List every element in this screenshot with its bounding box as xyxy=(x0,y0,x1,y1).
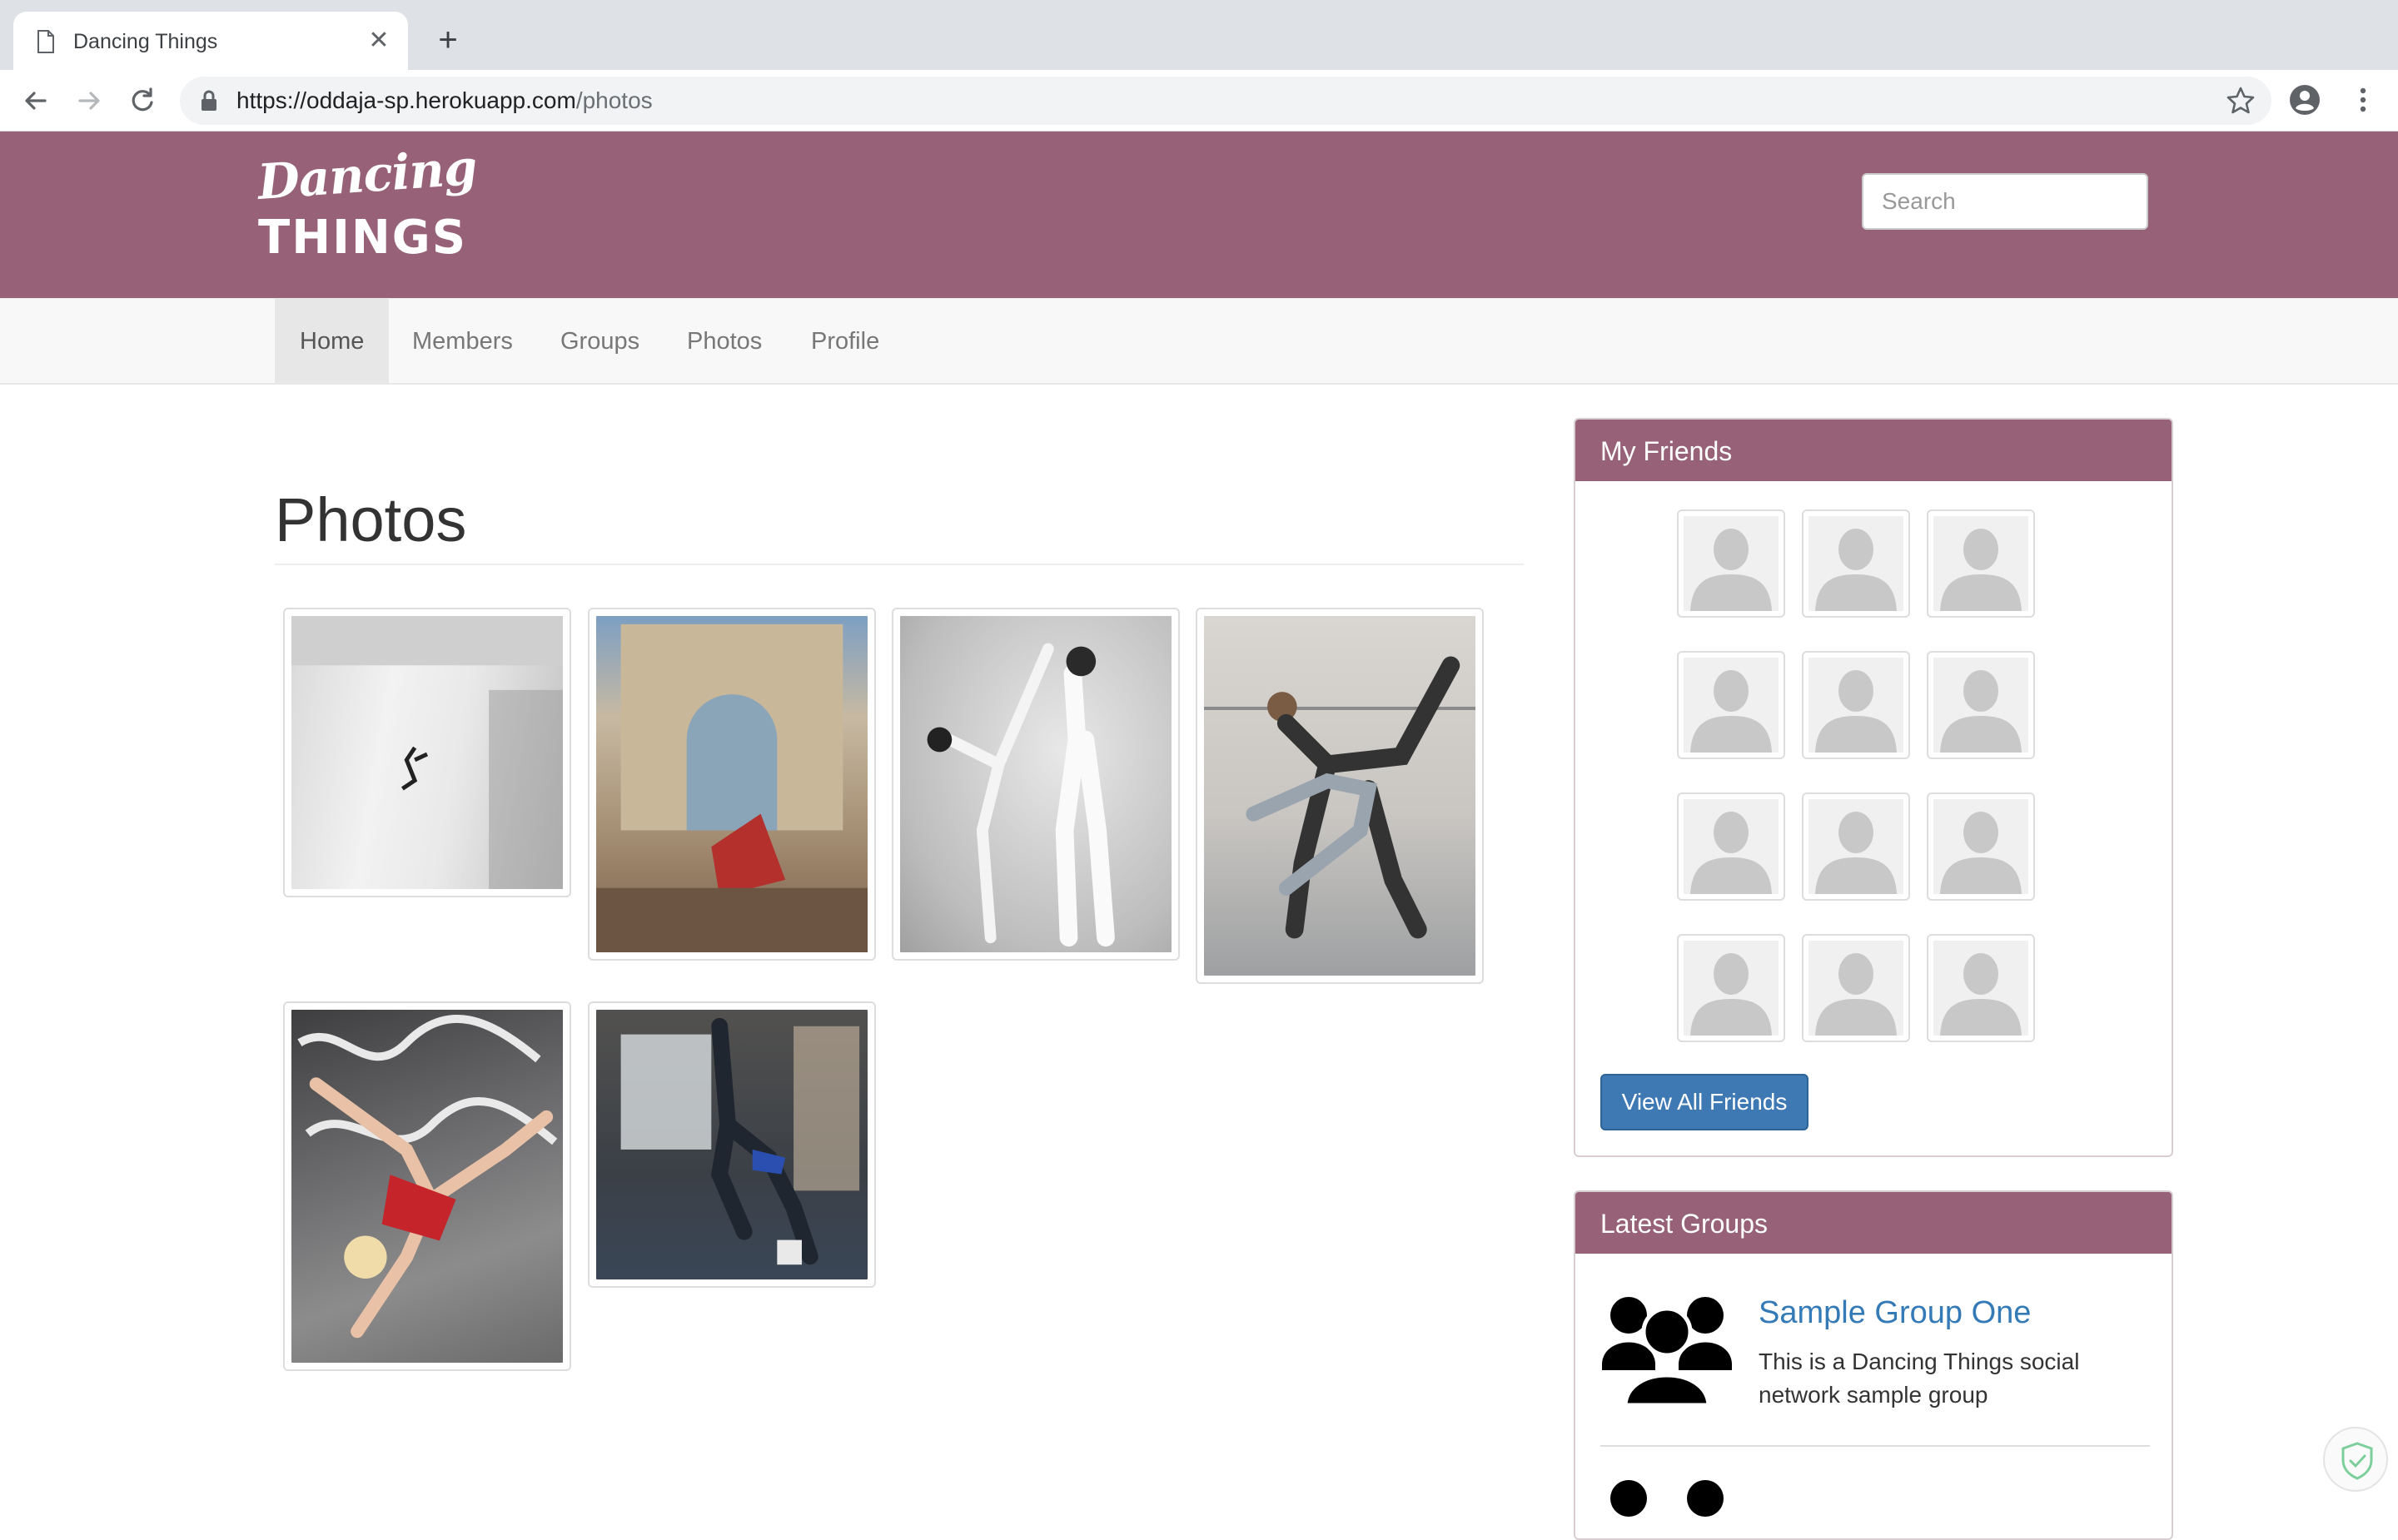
page-icon xyxy=(37,30,54,53)
security-shield-icon[interactable] xyxy=(2323,1427,2388,1492)
avatar-placeholder-icon xyxy=(1933,658,2028,753)
avatar-placeholder-icon xyxy=(1808,658,1903,753)
latest-groups-panel: Latest Groups Sample Group One This is a… xyxy=(1574,1190,2173,1540)
photo-thumbnail-2[interactable] xyxy=(588,608,876,961)
url-text: https://oddaja-sp.herokuapp.com/photos xyxy=(236,87,653,115)
logo-line-2: THINGS xyxy=(258,211,468,265)
back-icon[interactable] xyxy=(17,82,55,120)
tab-title: Dancing Things xyxy=(73,30,218,53)
photo-dance-rehearsal xyxy=(1204,616,1475,976)
avatar-placeholder-icon xyxy=(1808,516,1903,611)
friend-avatar[interactable] xyxy=(1677,934,1785,1042)
avatar-placeholder-icon xyxy=(1808,941,1903,1036)
url-path: /photos xyxy=(575,87,653,113)
browser-toolbar: https://oddaja-sp.herokuapp.com/photos xyxy=(0,70,2398,132)
site-logo[interactable]: Dancing THINGS xyxy=(256,139,478,270)
avatar-placeholder-icon xyxy=(1933,516,2028,611)
friend-avatar[interactable] xyxy=(1802,509,1910,618)
photo-arc-de-triomphe xyxy=(596,616,868,952)
photo-thumbnail-5[interactable] xyxy=(283,1001,571,1371)
friend-avatar[interactable] xyxy=(1802,934,1910,1042)
nav-home[interactable]: Home xyxy=(275,299,390,384)
friend-avatar[interactable] xyxy=(1927,934,2035,1042)
photo-thumbnail-6[interactable] xyxy=(588,1001,876,1288)
lock-icon xyxy=(201,90,216,111)
nav-profile[interactable]: Profile xyxy=(786,299,904,384)
photo-thumbnail-4[interactable] xyxy=(1196,608,1484,984)
photo-breakdancer-graffiti xyxy=(291,1010,563,1363)
title-divider xyxy=(275,564,1524,565)
search-input[interactable] xyxy=(1862,173,2148,230)
my-friends-panel: My Friends View All Friends xyxy=(1574,418,2173,1157)
avatar-placeholder-icon xyxy=(1684,658,1779,753)
latest-groups-heading: Latest Groups xyxy=(1575,1192,2172,1254)
avatar-placeholder-icon xyxy=(1684,799,1779,894)
url-host: https://oddaja-sp.herokuapp.com xyxy=(236,87,576,113)
avatar-placeholder-icon xyxy=(1933,799,2028,894)
bookmark-star-icon[interactable] xyxy=(2225,85,2256,117)
avatar-placeholder-icon xyxy=(1808,799,1903,894)
avatar-placeholder-icon xyxy=(1684,516,1779,611)
address-bar[interactable]: https://oddaja-sp.herokuapp.com/photos xyxy=(180,77,2271,125)
account-icon[interactable] xyxy=(2288,83,2321,117)
nav-photos[interactable]: Photos xyxy=(662,299,787,384)
photo-ballet-couple xyxy=(900,616,1172,952)
main-nav: Home Members Groups Photos Profile xyxy=(0,298,2398,385)
site-header: Dancing THINGS xyxy=(0,132,2398,298)
photo-thumbnail-1[interactable] xyxy=(283,608,571,897)
page-title: Photos xyxy=(275,485,467,554)
reload-icon[interactable] xyxy=(123,82,162,120)
friend-avatar[interactable] xyxy=(1802,651,1910,759)
photo-dancer-leaping xyxy=(291,616,563,889)
new-tab-button[interactable]: + xyxy=(430,22,466,58)
my-friends-heading: My Friends xyxy=(1575,420,2172,481)
friend-avatar[interactable] xyxy=(1677,792,1785,901)
friend-avatar[interactable] xyxy=(1802,792,1910,901)
group-description: This is a Dancing Things social network … xyxy=(1759,1349,2080,1408)
more-menu-icon[interactable] xyxy=(2346,83,2380,117)
group-divider xyxy=(1600,1445,2150,1447)
friend-avatar[interactable] xyxy=(1677,651,1785,759)
browser-tabstrip: Dancing Things ✕ + xyxy=(0,0,2398,70)
avatar-placeholder-icon xyxy=(1933,941,2028,1036)
nav-members[interactable]: Members xyxy=(387,299,538,384)
photo-thumbnail-3[interactable] xyxy=(892,608,1180,961)
avatar-placeholder-icon xyxy=(1684,941,1779,1036)
photo-breakdancer-warehouse xyxy=(596,1010,868,1279)
friend-avatar[interactable] xyxy=(1677,509,1785,618)
logo-line-1: Dancing xyxy=(256,138,479,211)
group-link[interactable]: Sample Group One xyxy=(1759,1294,2031,1332)
close-tab-icon[interactable]: ✕ xyxy=(365,27,393,55)
view-all-friends-button[interactable]: View All Friends xyxy=(1600,1074,1808,1130)
friend-avatar[interactable] xyxy=(1927,792,2035,901)
browser-tab[interactable]: Dancing Things ✕ xyxy=(13,12,408,70)
nav-groups[interactable]: Groups xyxy=(535,299,664,384)
group-icon xyxy=(1602,1297,1732,1408)
friend-avatar[interactable] xyxy=(1927,509,2035,618)
forward-icon[interactable] xyxy=(70,82,108,120)
friend-avatar[interactable] xyxy=(1927,651,2035,759)
group-icon xyxy=(1610,1480,1724,1517)
